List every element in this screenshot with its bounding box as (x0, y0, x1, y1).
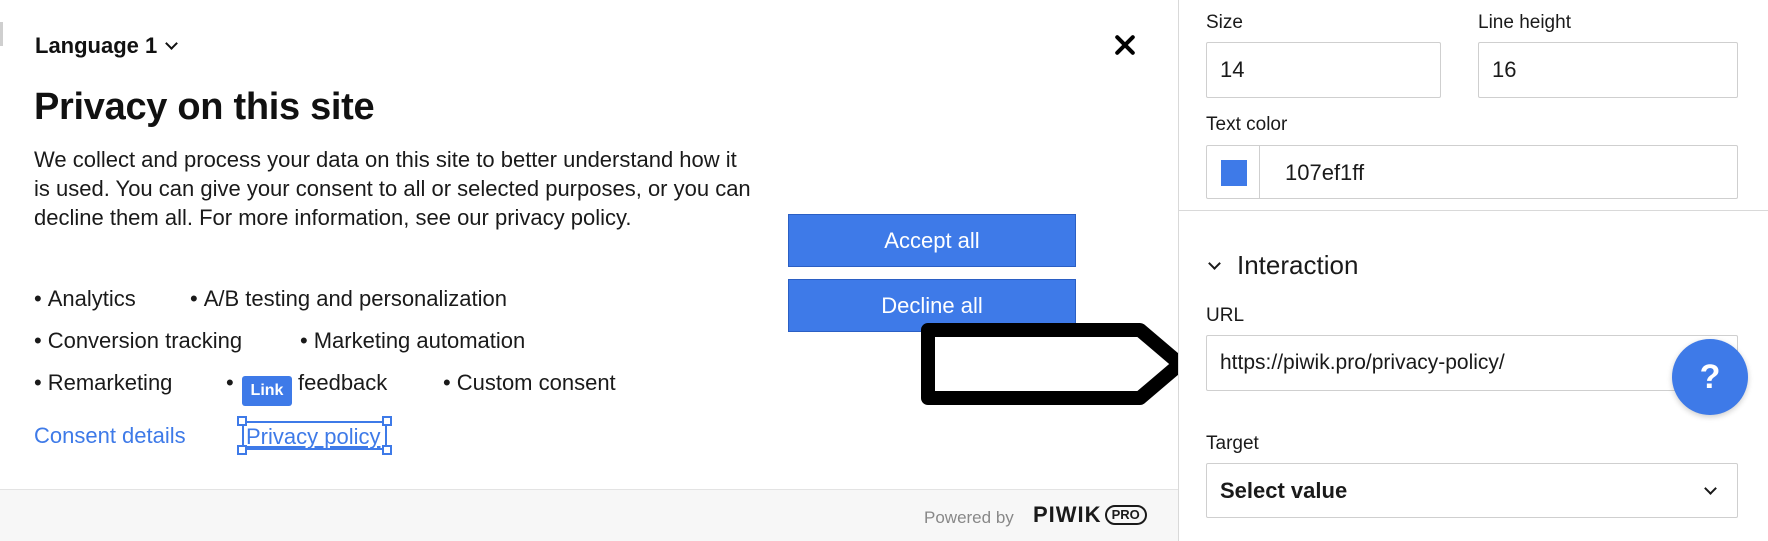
privacy-policy-selection[interactable]: Privacy policy (237, 416, 392, 455)
target-select[interactable]: Select value (1206, 463, 1738, 518)
text-color-value[interactable]: 107ef1ff (1285, 160, 1364, 186)
purpose-label: A/B testing and personalization (203, 286, 508, 311)
accept-all-button[interactable]: Accept all (788, 214, 1076, 267)
purpose-label: Remarketing (47, 370, 173, 395)
purpose-item: • Marketing automation (300, 328, 525, 354)
bullet: • (300, 328, 308, 353)
purpose-item: • Conversion tracking (34, 328, 242, 354)
size-input[interactable]: 14 (1206, 42, 1441, 98)
purpose-label: Conversion tracking (47, 328, 243, 353)
settings-panel: Size 14 Line height 16 Text color 107ef1… (1178, 0, 1768, 541)
target-select-value: Select value (1220, 477, 1348, 503)
bullet: • (34, 370, 42, 395)
url-label: URL (1206, 305, 1245, 326)
chevron-down-icon (165, 37, 179, 50)
banner-footer: Powered by PIWIK PRO (0, 489, 1178, 541)
piwik-pro-logo: PIWIK PRO (1033, 502, 1147, 528)
chevron-down-icon (1208, 256, 1221, 270)
chevron-down-icon (1704, 482, 1717, 495)
banner-preview: Language 1 Privacy on this site We colle… (0, 0, 1187, 541)
purpose-label: feedback (298, 370, 388, 395)
help-icon[interactable]: ? (1672, 339, 1748, 415)
purpose-label: Custom consent (456, 370, 616, 395)
language-selector[interactable]: Language 1 (35, 33, 179, 59)
bullet: • (190, 286, 198, 311)
color-swatch (1221, 160, 1247, 186)
interaction-section-toggle[interactable]: Interaction (1208, 250, 1359, 281)
target-label: Target (1206, 433, 1259, 454)
purpose-item: feedback (298, 370, 387, 396)
text-color-label: Text color (1206, 114, 1288, 135)
bullet: • (34, 286, 42, 311)
purpose-item: • A/B testing and personalization (190, 286, 507, 312)
url-input[interactable]: https://piwik.pro/privacy-policy/ (1206, 335, 1738, 391)
language-label: Language 1 (35, 33, 158, 58)
close-icon[interactable] (1108, 28, 1142, 62)
bullet: • (34, 328, 42, 353)
resize-handle[interactable] (382, 416, 392, 426)
color-swatch-button[interactable] (1206, 145, 1260, 199)
purpose-item: • Remarketing (34, 370, 172, 396)
resize-handle[interactable] (237, 416, 247, 426)
resize-handle[interactable] (382, 445, 392, 455)
powered-by-text: Powered by (924, 508, 1014, 527)
banner-title: Privacy on this site (34, 86, 375, 128)
arrow-annotation (921, 323, 1187, 405)
banner-description: We collect and process your data on this… (34, 147, 751, 230)
consent-details-link[interactable]: Consent details (34, 423, 186, 449)
link-badge: Link (242, 376, 292, 406)
interaction-title: Interaction (1237, 250, 1359, 280)
brand-suffix: PRO (1104, 505, 1147, 525)
purpose-item: • (226, 370, 240, 396)
brand-name: PIWIK (1033, 502, 1102, 527)
bullet: • (443, 370, 451, 395)
resize-handle[interactable] (237, 445, 247, 455)
line-height-label: Line height (1478, 12, 1571, 33)
bullet: • (226, 370, 234, 395)
size-label: Size (1206, 12, 1243, 33)
purpose-label: Marketing automation (313, 328, 526, 353)
purpose-label: Analytics (47, 286, 136, 311)
privacy-policy-link[interactable]: Privacy policy (246, 424, 380, 450)
section-divider (1179, 210, 1768, 211)
edge-marker (0, 22, 3, 46)
line-height-input[interactable]: 16 (1478, 42, 1738, 98)
purpose-item: • Analytics (34, 286, 136, 312)
purpose-item: • Custom consent (443, 370, 616, 396)
